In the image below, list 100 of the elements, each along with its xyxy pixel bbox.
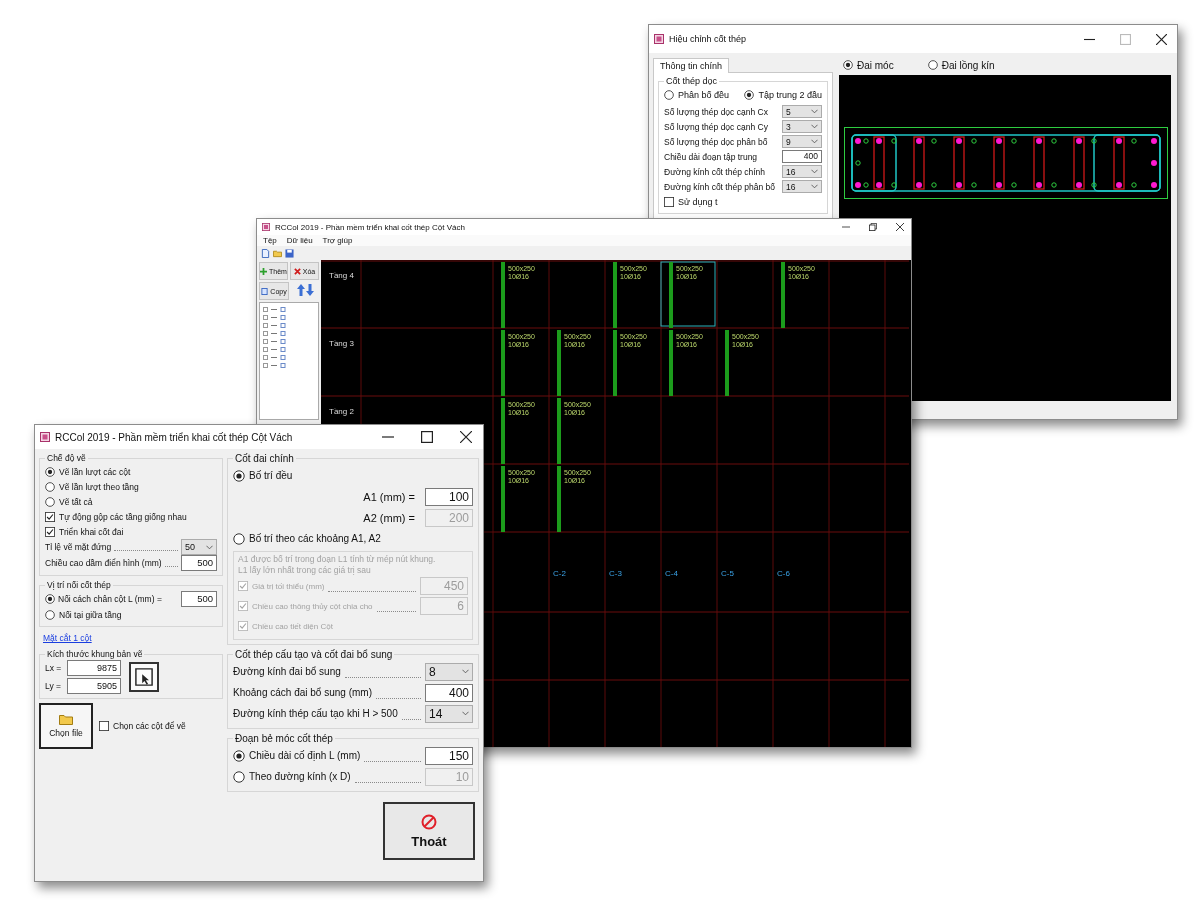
field-label: A2 (mm) = [363,511,415,524]
option-label: Nối cách chân cột L (mm) = [58,594,162,604]
column-label: C-5 [721,569,734,578]
dropdown[interactable]: 3 [782,120,822,133]
caret-icon [206,544,213,550]
radio-button[interactable] [233,469,245,482]
field-label: Khoảng cách đai bổ sung (mm) [233,687,372,698]
close-icon[interactable] [1156,33,1167,45]
number-field[interactable]: 5905 [67,678,121,694]
field-label: Chiều cao dầm điển hình (mm) [45,558,162,568]
no-entry-icon [421,813,437,830]
up-arrow-icon[interactable] [296,284,305,296]
cursor-frame-icon [135,668,153,686]
tab[interactable]: Thông tin chính [653,58,730,73]
checkbox[interactable] [45,511,55,522]
group-title: Vị trí nối cốt thép [46,580,112,590]
radio-button[interactable] [233,749,245,762]
story-label: Tầng 3 [329,339,354,348]
option-label: Chiều cao thông thủy cột chia cho [252,601,373,611]
number-field[interactable]: 150 [425,746,473,765]
down-arrow-icon[interactable] [305,284,314,296]
number-field[interactable]: 500 [181,555,217,571]
story-label: Tầng 4 [329,271,354,280]
column-label: C-6 [777,569,790,578]
menu-item[interactable]: Tệp [263,236,277,245]
radio-button[interactable] [233,532,245,545]
number-field[interactable]: 9875 [67,660,121,676]
dropdown[interactable]: 14 [425,704,473,723]
caret-icon [811,169,818,174]
column-label: C-2 [553,569,566,578]
option-label: Phân bố đều [678,89,730,100]
group-title: Cốt đai chính [234,453,295,464]
group-title: Cốt thép dọc [665,76,719,86]
plus-icon [260,267,268,275]
caret-icon [811,139,818,144]
selected-column-segment[interactable] [660,261,716,328]
dropdown[interactable]: 50 [181,539,217,555]
radio-button[interactable] [45,481,55,492]
note-text: A1 được bố trí trong đoạn L1 tính từ mép nút khung. [238,554,437,565]
field-label: A1 (mm) = [363,490,415,503]
document-icon[interactable] [261,248,270,258]
number-field[interactable]: 400 [782,150,822,163]
number-field[interactable]: 500 [181,591,217,607]
app-icon [262,223,270,231]
menu-item[interactable]: Dữ liệu [286,236,313,245]
checkbox[interactable] [99,721,109,731]
exit-button[interactable]: Thoát [383,802,475,860]
pick-region-button[interactable] [129,662,159,692]
option-label: Bố trí theo các khoảng A1, A2 [249,533,381,544]
app-icon [654,34,664,44]
window-title: RCCol 2019 - Phần mềm triển khai cốt thép Cột Vách [275,222,465,232]
close-icon[interactable] [896,223,904,231]
dropdown[interactable]: 16 [782,180,822,193]
radio-button[interactable] [45,594,55,604]
radio-button[interactable] [45,466,55,477]
checkbox[interactable] [664,196,674,207]
folder-icon [59,714,73,725]
maximize-icon[interactable] [421,431,433,443]
dropdown[interactable]: 9 [782,135,822,148]
field-label: Số lượng thép dọc cạnh Cx [664,106,768,117]
dropdown[interactable]: 5 [782,105,822,118]
group-title: Đoạn bẻ móc cốt thép [234,733,334,744]
window-title: RCCol 2019 - Phần mềm triển khai cốt thép Cột Vách [55,431,293,443]
option-label: Nối tại giữa tầng [59,609,122,620]
dropdown[interactable]: 16 [782,165,822,178]
restore-icon[interactable] [869,223,877,231]
option-label: Đai móc [857,59,894,71]
radio-button[interactable] [664,89,674,100]
page-icon [261,287,269,295]
close-icon[interactable] [460,431,472,443]
radio-button[interactable] [45,609,55,620]
option-label: Triển khai cốt đai [59,526,124,537]
radio-button[interactable] [744,89,755,100]
field-label: Số lượng thép dọc cạnh Cy [664,121,768,132]
menu-item[interactable]: Trợ giúp [322,236,353,245]
caret-icon [811,124,818,129]
open-file-button[interactable]: Chọn file [39,703,93,749]
field-label: Lx = [45,663,63,673]
radio-button[interactable] [45,496,55,507]
number-field[interactable]: 400 [425,683,473,702]
number-field[interactable]: 100 [425,487,473,506]
option-label: Vẽ lần lượt các cột [59,466,131,477]
app-icon [40,432,50,442]
option-label: Đai lồng kín [941,59,995,71]
section-link[interactable]: Mặt cắt 1 cột [43,633,92,643]
field-label: Đường kính cốt thép phân bố [664,181,775,192]
field-label: Số lượng thép dọc phân bố [664,136,768,147]
column-label: C-4 [665,569,678,578]
option-label: Theo đường kính (x D) [249,771,351,782]
field-label: Ly = [45,681,62,691]
window-title: Hiệu chỉnh cốt thép [669,34,747,44]
radio-button[interactable] [843,60,853,70]
column-label: C-3 [609,569,622,578]
checkbox[interactable] [45,526,55,537]
field-label: Tỉ lệ vẽ mặt đứng [45,542,112,552]
radio-button[interactable] [927,60,938,70]
caret-icon [462,669,469,674]
group-title: Kích thước khung bản vẽ [46,649,144,659]
dropdown[interactable]: 8 [425,662,473,681]
caret-icon [811,109,818,114]
